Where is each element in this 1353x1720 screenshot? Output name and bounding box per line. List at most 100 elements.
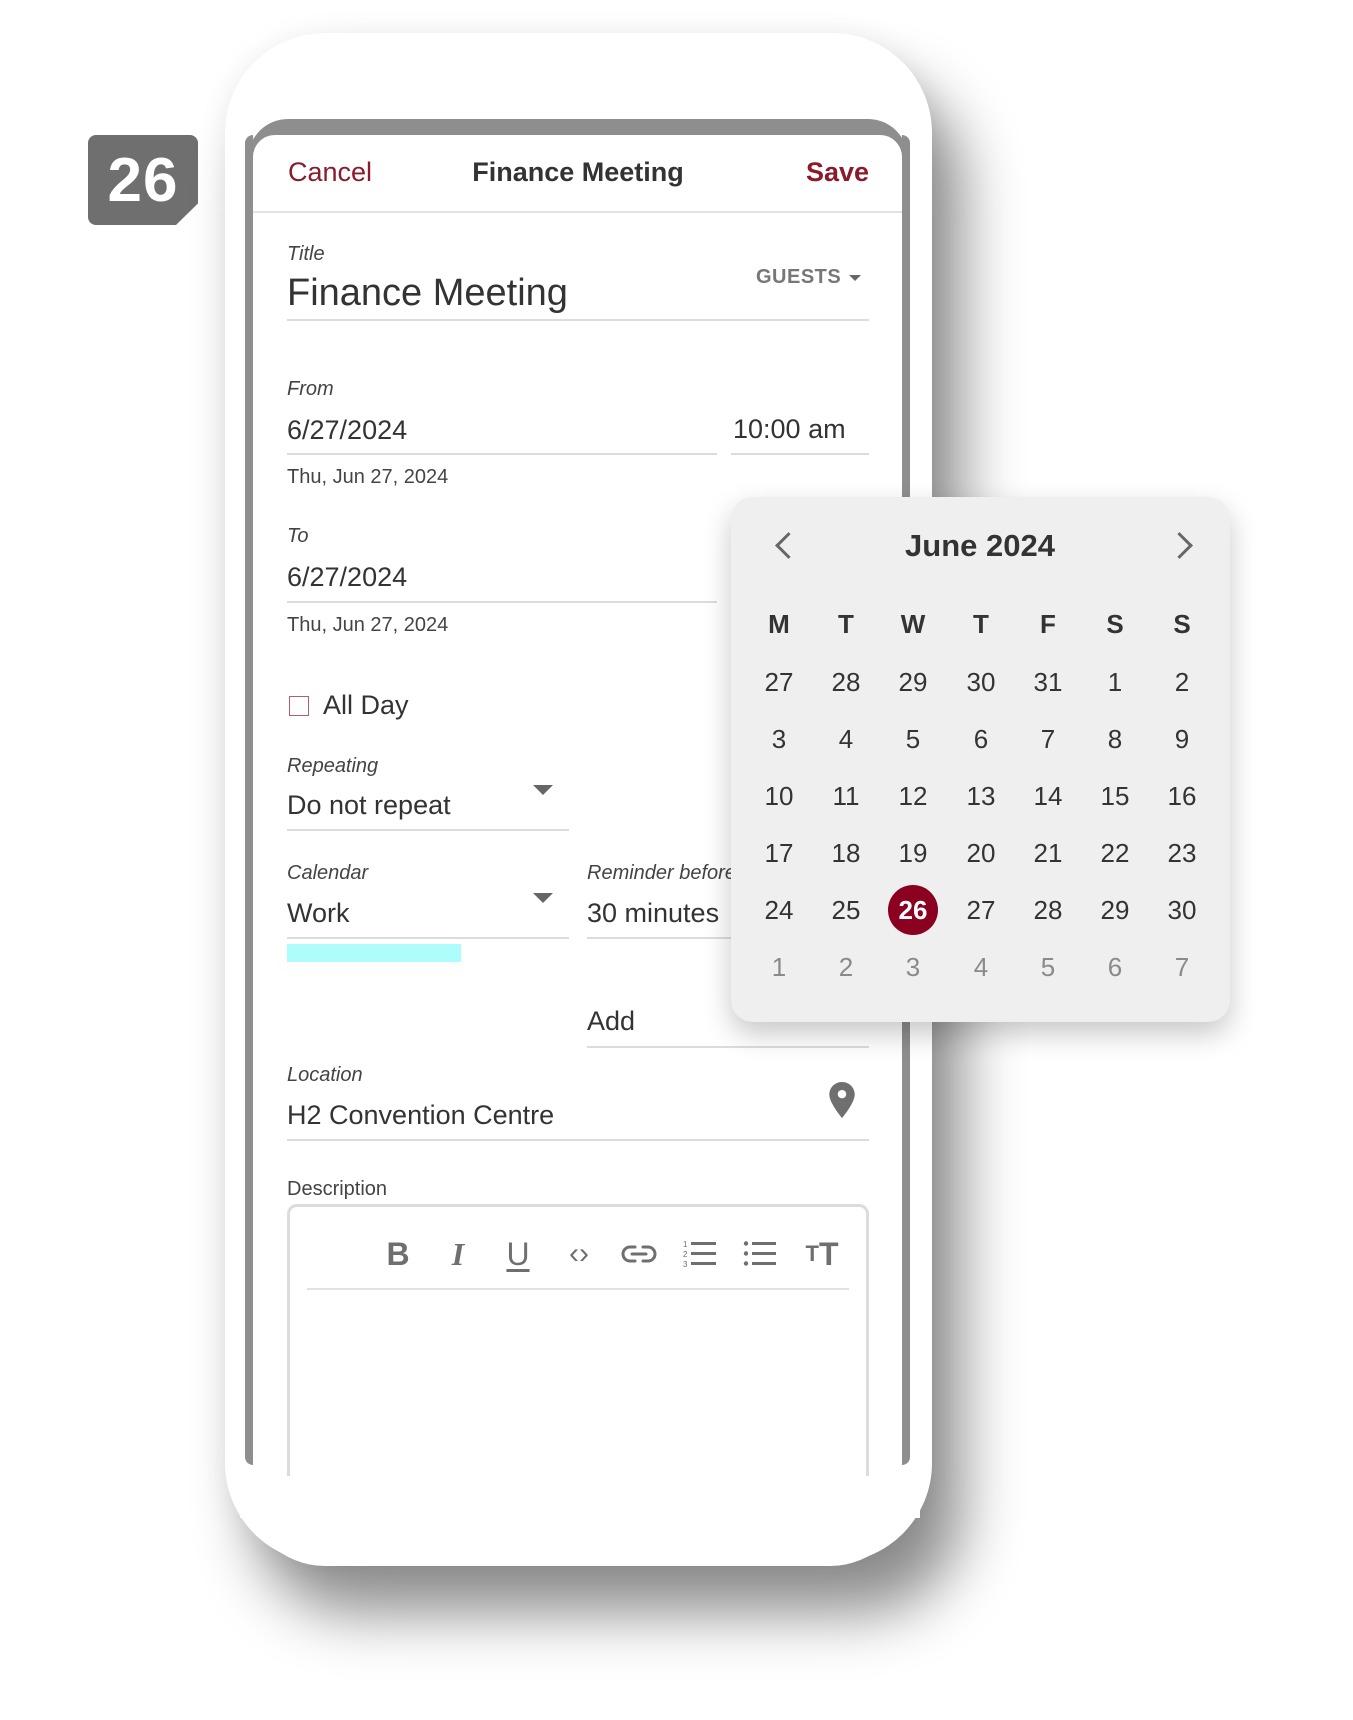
day-cell[interactable]: 15 <box>1090 771 1140 821</box>
day-cell[interactable]: 20 <box>956 828 1006 878</box>
day-cell[interactable]: 8 <box>1090 714 1140 764</box>
reminder-label: Reminder before <box>587 862 736 884</box>
day-cell[interactable]: 4 <box>821 714 871 764</box>
day-cell[interactable]: 6 <box>1090 942 1140 992</box>
day-cell[interactable]: 14 <box>1023 771 1073 821</box>
day-cell[interactable]: 29 <box>888 657 938 707</box>
chevron-right-icon <box>1165 531 1193 559</box>
day-cell[interactable]: 2 <box>821 942 871 992</box>
day-cell[interactable]: 25 <box>821 885 871 935</box>
day-cell[interactable]: 1 <box>754 942 804 992</box>
location-underline <box>287 1139 869 1141</box>
repeating-select[interactable]: Do not repeat <box>287 790 451 821</box>
day-cell[interactable]: 27 <box>956 885 1006 935</box>
weekday-label: M <box>768 609 790 639</box>
to-date-underline <box>287 601 717 603</box>
day-cell[interactable]: 29 <box>1090 885 1140 935</box>
calendar-caret-icon[interactable] <box>533 893 553 903</box>
all-day-checkbox[interactable] <box>289 695 309 716</box>
day-cell[interactable]: 2 <box>1157 657 1207 707</box>
numbered-list-icon[interactable]: 1 2 3 <box>683 1238 717 1270</box>
calendar-color-swatch <box>287 944 461 962</box>
from-label: From <box>287 378 334 400</box>
next-month-button[interactable] <box>1165 530 1197 560</box>
weekday-label: S <box>1173 609 1191 639</box>
title-label: Title <box>287 243 325 265</box>
title-input[interactable]: Finance Meeting <box>287 272 568 315</box>
day-cell[interactable]: 17 <box>754 828 804 878</box>
repeating-caret-icon[interactable] <box>533 785 553 795</box>
day-cell[interactable]: 5 <box>1023 942 1073 992</box>
step-badge: 26 <box>88 135 198 225</box>
repeating-label: Repeating <box>287 755 379 777</box>
day-cell[interactable]: 19 <box>888 828 938 878</box>
svg-text:2: 2 <box>683 1250 688 1259</box>
day-cell[interactable]: 22 <box>1090 828 1140 878</box>
bulleted-list-icon[interactable] <box>743 1238 777 1270</box>
reminder-select[interactable]: 30 minutes <box>587 898 719 929</box>
location-label: Location <box>287 1064 363 1086</box>
day-cell[interactable]: 7 <box>1023 714 1073 764</box>
all-day-toggle[interactable]: All Day <box>289 690 409 721</box>
day-cell[interactable]: 11 <box>821 771 871 821</box>
day-cell[interactable]: 5 <box>888 714 938 764</box>
save-button[interactable]: Save <box>806 157 869 188</box>
description-label: Description <box>287 1178 388 1200</box>
toolbar-divider <box>307 1288 849 1290</box>
weekday-label: T <box>973 609 989 639</box>
day-cell[interactable]: 28 <box>1023 885 1073 935</box>
map-pin-icon[interactable] <box>829 1082 855 1118</box>
from-time-input[interactable]: 10:00 am <box>733 414 846 445</box>
svg-text:3: 3 <box>683 1260 688 1269</box>
day-cell[interactable]: 31 <box>1023 657 1073 707</box>
day-cell[interactable]: 4 <box>956 942 1006 992</box>
day-cell[interactable]: 3 <box>888 942 938 992</box>
prev-month-button[interactable] <box>770 530 802 560</box>
day-cell[interactable]: 30 <box>1157 885 1207 935</box>
to-label: To <box>287 525 309 547</box>
bold-icon[interactable]: B <box>380 1236 416 1272</box>
link-icon[interactable] <box>620 1243 658 1265</box>
italic-icon[interactable]: I <box>440 1236 476 1272</box>
day-cell[interactable]: 30 <box>956 657 1006 707</box>
day-cell[interactable]: 6 <box>956 714 1006 764</box>
day-cell[interactable]: 1 <box>1090 657 1140 707</box>
all-day-label: All Day <box>323 690 409 720</box>
day-cell[interactable]: 12 <box>888 771 938 821</box>
day-cell[interactable]: 13 <box>956 771 1006 821</box>
from-date-input[interactable]: 6/27/2024 <box>287 415 407 446</box>
day-cell[interactable]: 9 <box>1157 714 1207 764</box>
caret-down-icon <box>849 274 862 281</box>
underline-icon[interactable]: U <box>500 1236 536 1272</box>
location-input[interactable]: H2 Convention Centre <box>287 1100 554 1131</box>
day-cell[interactable]: 7 <box>1157 942 1207 992</box>
chevron-left-icon <box>774 531 802 559</box>
add-underline <box>587 1046 869 1048</box>
calendar-select[interactable]: Work <box>287 898 350 929</box>
day-cell[interactable]: 28 <box>821 657 871 707</box>
cancel-button[interactable]: Cancel <box>288 157 372 188</box>
to-date-input[interactable]: 6/27/2024 <box>287 562 407 593</box>
day-cell[interactable]: 27 <box>754 657 804 707</box>
from-date-long: Thu, Jun 27, 2024 <box>287 466 449 488</box>
day-cell[interactable]: 24 <box>754 885 804 935</box>
to-date-long: Thu, Jun 27, 2024 <box>287 614 449 636</box>
phone-bottom-bezel <box>245 1476 910 1566</box>
guests-dropdown[interactable]: GUESTS <box>756 266 862 289</box>
screen-edge-left <box>245 135 253 1465</box>
header-divider <box>253 211 902 213</box>
svg-text:1: 1 <box>683 1240 688 1249</box>
day-cell[interactable]: 21 <box>1023 828 1073 878</box>
from-time-underline <box>731 453 869 455</box>
add-reminder-input[interactable]: Add <box>587 1006 635 1037</box>
day-cell[interactable]: 3 <box>754 714 804 764</box>
day-cell[interactable]: 10 <box>754 771 804 821</box>
weekday-label: W <box>900 609 926 639</box>
text-size-icon[interactable]: TT <box>800 1236 844 1272</box>
title-underline <box>287 319 869 321</box>
day-cell-selected[interactable]: 26 <box>888 885 938 935</box>
code-icon[interactable]: ‹› <box>557 1236 601 1272</box>
day-cell[interactable]: 16 <box>1157 771 1207 821</box>
day-cell[interactable]: 18 <box>821 828 871 878</box>
day-cell[interactable]: 23 <box>1157 828 1207 878</box>
